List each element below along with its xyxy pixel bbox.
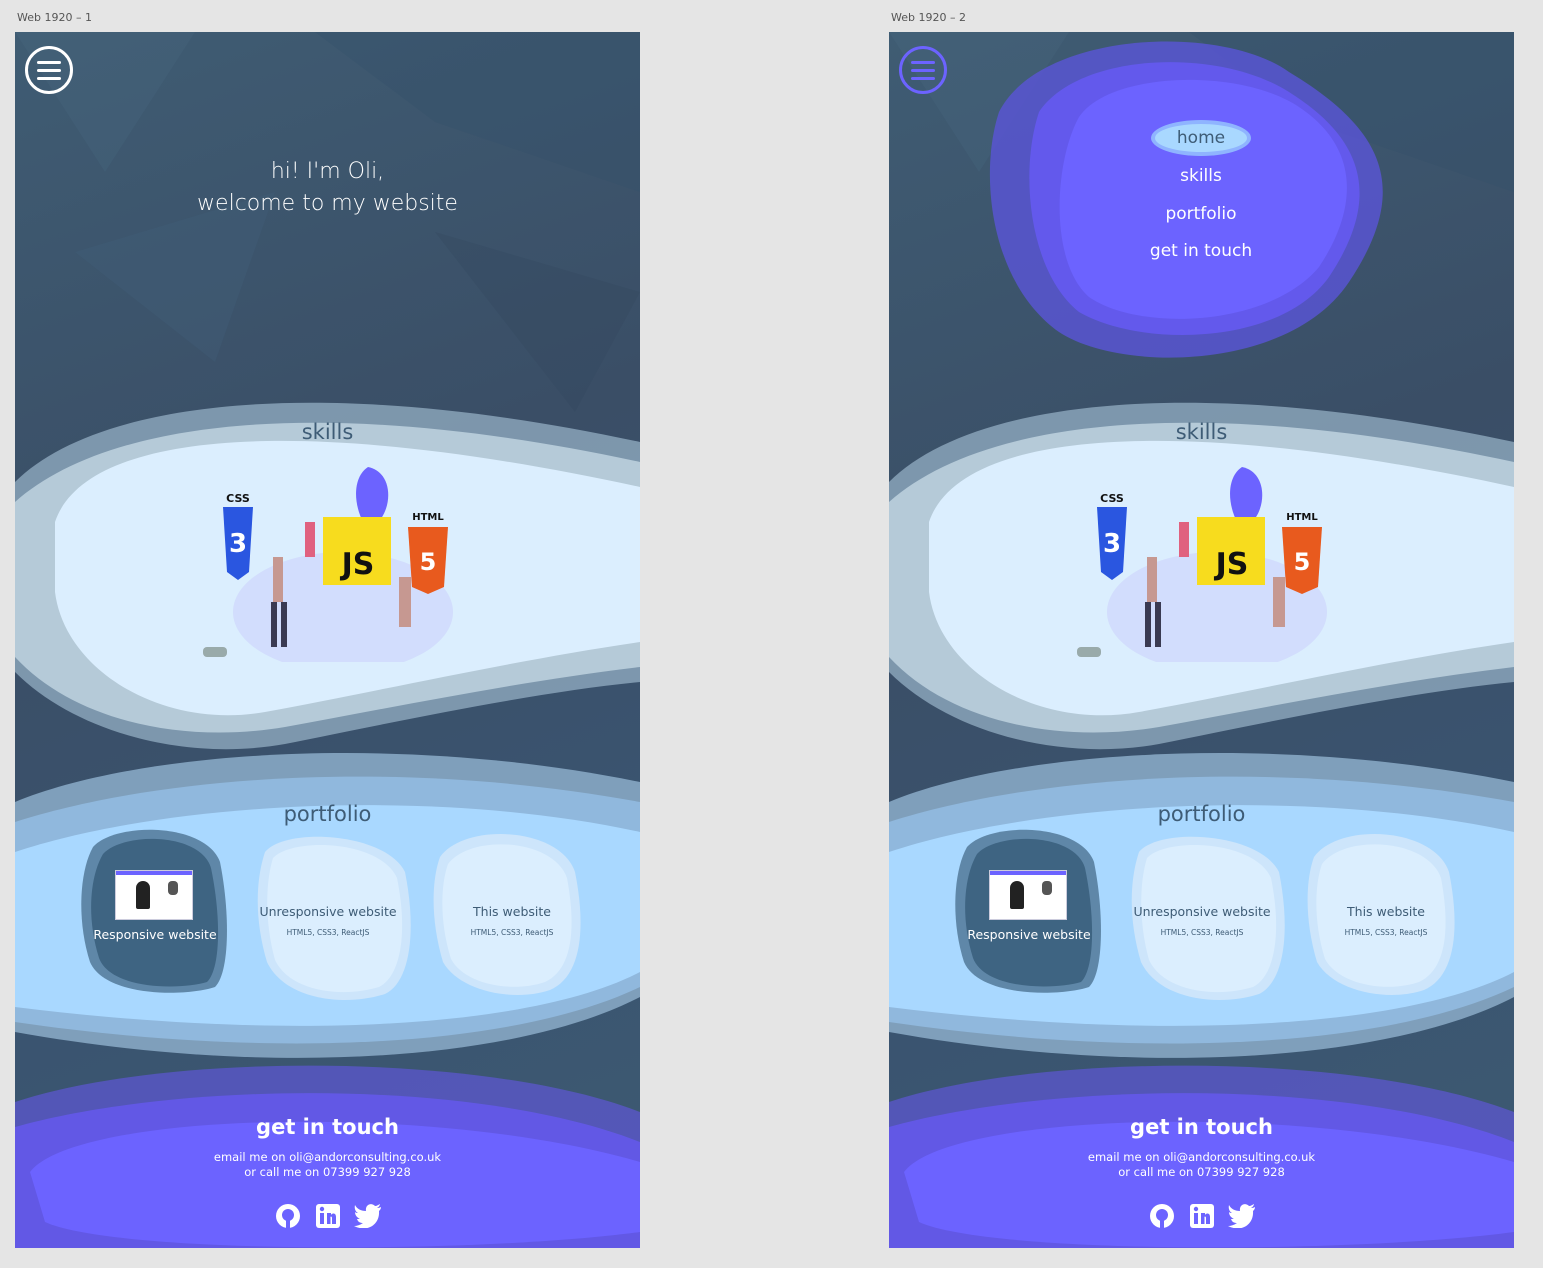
card-unresponsive-website-tech: HTML5, CSS3, ReactJS: [286, 928, 370, 937]
svg-text:3: 3: [229, 529, 247, 559]
card-unresponsive-website-label[interactable]: Unresponsive website: [258, 904, 398, 919]
card-unresponsive-website-label[interactable]: Unresponsive website: [1132, 904, 1272, 919]
menu-item-home[interactable]: home: [1155, 124, 1247, 152]
card-responsive-website-label[interactable]: Responsive website: [85, 927, 225, 942]
svg-text:5: 5: [420, 548, 437, 576]
artboard-label-1: Web 1920 – 1: [17, 11, 92, 24]
artboard-label-2: Web 1920 – 2: [891, 11, 966, 24]
twitter-icon[interactable]: [353, 1202, 382, 1230]
linkedin-icon[interactable]: [1188, 1202, 1216, 1230]
contact-title: get in touch: [256, 1115, 399, 1139]
html-badge-label: HTML: [1286, 512, 1318, 523]
card-this-website-tech: HTML5, CSS3, ReactJS: [1344, 928, 1428, 937]
responsive-website-thumbnail[interactable]: [115, 870, 193, 920]
card-this-website-label[interactable]: This website: [1316, 904, 1456, 919]
skills-illustration: CSS 3 JS HTML 5: [1077, 467, 1327, 662]
contact-email[interactable]: email me on oli@andorconsulting.co.uk: [889, 1150, 1514, 1164]
card-this-website-label[interactable]: This website: [442, 904, 582, 919]
hero-greeting: hi! I'm Oli, welcome to my website: [15, 156, 640, 220]
html-badge-label: HTML: [412, 512, 444, 523]
portfolio-title: portfolio: [283, 802, 372, 826]
hero-line-1: hi! I'm Oli,: [270, 159, 385, 184]
responsive-website-thumbnail[interactable]: [989, 870, 1067, 920]
contact-phone[interactable]: or call me on 07399 927 928: [15, 1165, 640, 1179]
hamburger-menu-button[interactable]: [25, 46, 73, 94]
twitter-icon[interactable]: [1227, 1202, 1256, 1230]
css-badge-label: CSS: [1100, 492, 1124, 505]
svg-text:5: 5: [1294, 548, 1311, 576]
social-links: [889, 1202, 1514, 1230]
skills-title: skills: [1175, 420, 1228, 444]
contact-phone[interactable]: or call me on 07399 927 928: [889, 1165, 1514, 1179]
card-unresponsive-website-tech: HTML5, CSS3, ReactJS: [1160, 928, 1244, 937]
skills-title: skills: [301, 420, 354, 444]
js-badge-label: JS: [340, 547, 375, 582]
skills-illustration: CSS 3 JS HTML 5: [203, 467, 453, 662]
js-badge-label: JS: [1214, 547, 1249, 582]
menu-item-skills[interactable]: skills: [1101, 166, 1301, 186]
artboard-web-1920-2: home skills portfolio get in touch skill…: [889, 32, 1514, 1248]
contact-email[interactable]: email me on oli@andorconsulting.co.uk: [15, 1150, 640, 1164]
hamburger-menu-button-open[interactable]: [899, 46, 947, 94]
card-this-website-tech: HTML5, CSS3, ReactJS: [470, 928, 554, 937]
artboard-web-1920-1: hi! I'm Oli, welcome to my website skill…: [15, 32, 640, 1248]
github-icon[interactable]: [274, 1202, 302, 1230]
portfolio-title: portfolio: [1157, 802, 1246, 826]
linkedin-icon[interactable]: [314, 1202, 342, 1230]
menu-item-get-in-touch[interactable]: get in touch: [1101, 241, 1301, 261]
github-icon[interactable]: [1148, 1202, 1176, 1230]
svg-text:3: 3: [1103, 529, 1121, 559]
css-badge-label: CSS: [226, 492, 250, 505]
hero-line-2: welcome to my website: [197, 191, 458, 216]
social-links: [15, 1202, 640, 1230]
card-responsive-website-label[interactable]: Responsive website: [959, 927, 1099, 942]
contact-title: get in touch: [1130, 1115, 1273, 1139]
menu-item-portfolio[interactable]: portfolio: [1101, 204, 1301, 224]
